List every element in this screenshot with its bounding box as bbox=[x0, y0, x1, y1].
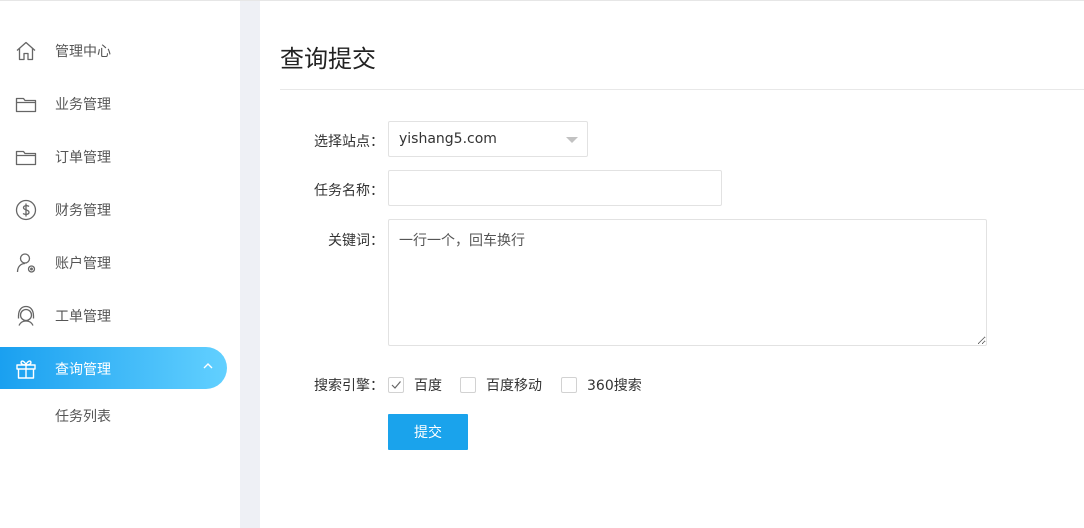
site-label: 选择站点： bbox=[314, 134, 384, 150]
sidebar-item-finance[interactable]: 财务管理 bbox=[0, 188, 228, 230]
headset-icon bbox=[14, 304, 38, 328]
sidebar-item-label: 管理中心 bbox=[55, 44, 111, 60]
checkbox-label: 360搜索 bbox=[587, 378, 642, 394]
gift-icon bbox=[14, 357, 38, 381]
site-select[interactable]: yishang5.com bbox=[388, 121, 588, 157]
submit-button[interactable]: 提交 bbox=[388, 414, 468, 450]
engine-checkbox-baidu-mobile[interactable]: 百度移动 bbox=[460, 375, 542, 395]
sidebar-subitem-task-list[interactable]: 任务列表 bbox=[55, 406, 111, 426]
caret-down-icon bbox=[566, 137, 578, 143]
sidebar-item-label: 订单管理 bbox=[55, 150, 111, 166]
folder-icon bbox=[14, 92, 38, 116]
keywords-textarea[interactable] bbox=[388, 219, 987, 346]
folder-icon bbox=[14, 145, 38, 169]
sidebar-item-account[interactable]: 账户管理 bbox=[0, 241, 228, 283]
title-divider bbox=[280, 89, 1084, 90]
sidebar-item-label: 工单管理 bbox=[55, 309, 111, 325]
sidebar-item-dashboard[interactable]: 管理中心 bbox=[0, 29, 228, 71]
sidebar-item-tickets[interactable]: 工单管理 bbox=[0, 294, 228, 336]
sidebar-item-label: 财务管理 bbox=[55, 203, 111, 219]
task-name-input[interactable] bbox=[388, 170, 722, 206]
home-icon bbox=[14, 39, 38, 63]
checkbox-label: 百度移动 bbox=[486, 378, 542, 394]
sidebar: 管理中心 业务管理 订单管理 财务管理 账户管理 工单管理 查询管理 任务列表 bbox=[0, 1, 240, 528]
checkbox-label: 百度 bbox=[414, 378, 442, 394]
sidebar-item-label: 查询管理 bbox=[55, 362, 111, 378]
checkbox[interactable] bbox=[561, 377, 577, 393]
task-name-label: 任务名称： bbox=[314, 183, 384, 199]
keywords-label: 关键词： bbox=[328, 233, 384, 249]
sidebar-item-label: 业务管理 bbox=[55, 97, 111, 113]
sidebar-item-orders[interactable]: 订单管理 bbox=[0, 135, 228, 177]
sidebar-divider bbox=[240, 1, 260, 528]
sidebar-item-business[interactable]: 业务管理 bbox=[0, 82, 228, 124]
sidebar-item-label: 账户管理 bbox=[55, 256, 111, 272]
engine-checkbox-360[interactable]: 360搜索 bbox=[561, 375, 642, 395]
site-select-value: yishang5.com bbox=[399, 131, 497, 147]
engine-checkbox-baidu[interactable]: 百度 bbox=[388, 375, 442, 395]
user-settings-icon bbox=[14, 251, 38, 275]
dollar-icon bbox=[14, 198, 38, 222]
checkbox[interactable] bbox=[460, 377, 476, 393]
main-content: 查询提交 选择站点： yishang5.com 任务名称： 关键词： 搜索引擎：… bbox=[260, 1, 1084, 528]
checkbox[interactable] bbox=[388, 377, 404, 393]
chevron-up-icon[interactable] bbox=[201, 359, 215, 373]
sidebar-item-query[interactable]: 查询管理 bbox=[0, 347, 227, 389]
page-title: 查询提交 bbox=[280, 45, 376, 73]
engine-label: 搜索引擎： bbox=[314, 378, 384, 394]
